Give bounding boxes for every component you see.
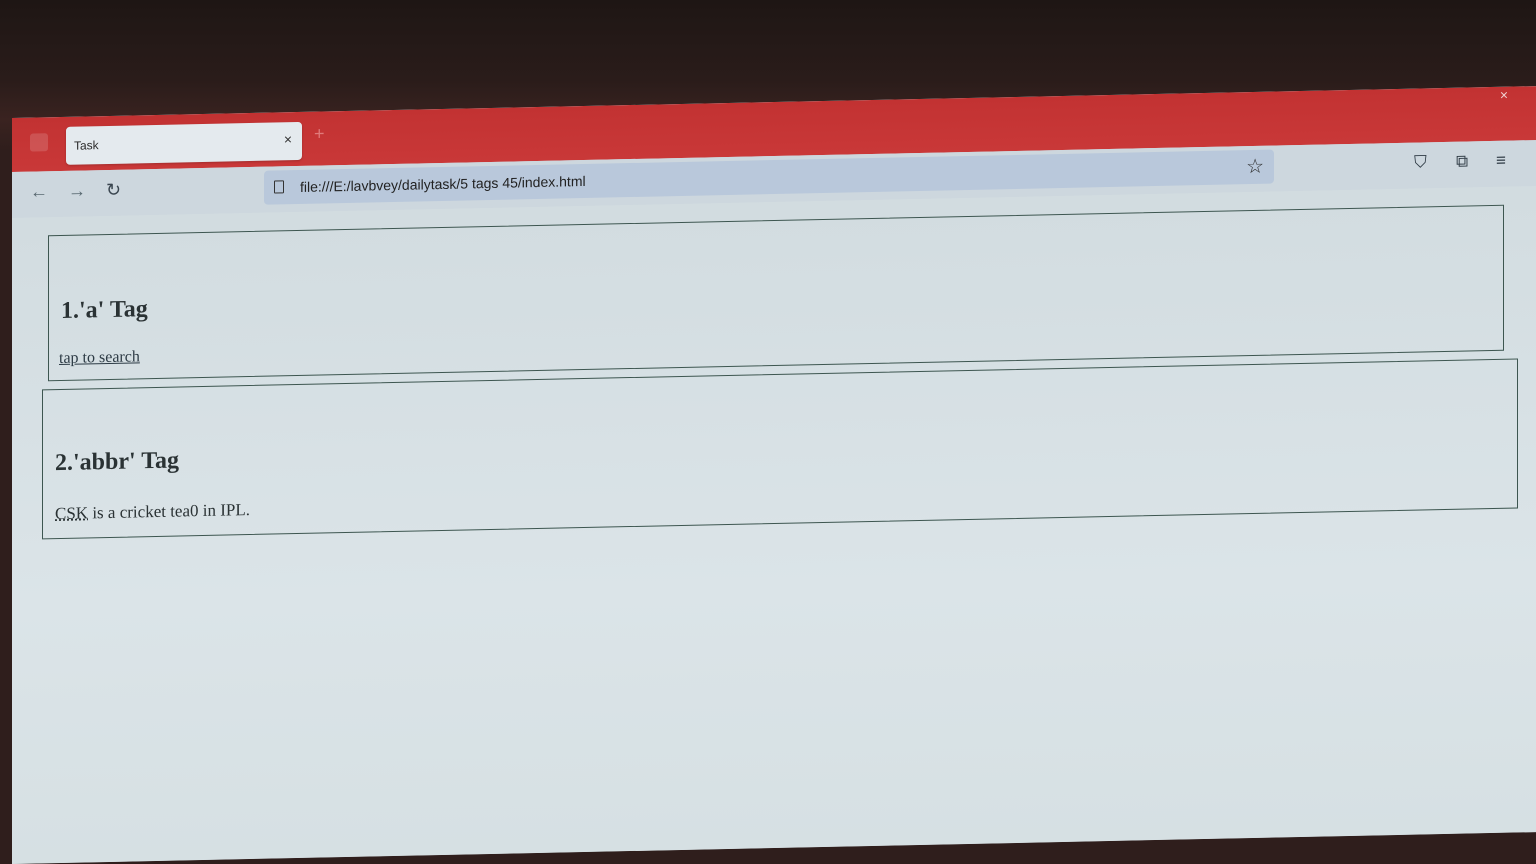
abbr-csk[interactable]: CSK — [55, 503, 88, 523]
reload-icon[interactable]: ↻ — [106, 180, 121, 201]
section-a-tag: 1.'a' Tag tap to search — [48, 204, 1504, 382]
back-arrow-icon[interactable]: ← — [30, 181, 48, 202]
pocket-icon[interactable]: ⛉ — [1414, 152, 1427, 172]
bookmark-star-icon[interactable]: ☆ — [1246, 154, 1264, 179]
tab-task[interactable]: Task × — [66, 121, 302, 165]
tab-close-icon[interactable]: × — [284, 130, 292, 148]
browser-window: Task × + × ← → ↻ file:///E:/lavbvey/dail… — [12, 86, 1536, 864]
new-tab-button[interactable]: + — [314, 123, 325, 144]
abbr-paragraph-text: is a cricket tea0 in IPL. — [88, 500, 250, 523]
tab-title: Task — [74, 138, 99, 153]
window-close-icon[interactable]: × — [1500, 87, 1508, 103]
address-bar-url[interactable]: file:///E:/lavbvey/dailytask/5 tags 45/i… — [300, 173, 586, 195]
abbr-paragraph: CSK is a cricket tea0 in IPL. — [55, 500, 250, 524]
section-heading: 2.'abbr' Tag — [55, 447, 180, 477]
page-icon — [274, 180, 284, 194]
page-content: 1.'a' Tag tap to search 2.'abbr' Tag CSK… — [12, 186, 1536, 864]
menu-icon[interactable]: ≡ — [1496, 151, 1506, 171]
extensions-icon[interactable]: ⧉ — [1456, 151, 1468, 171]
forward-arrow-icon[interactable]: → — [68, 180, 86, 201]
section-heading: 1.'a' Tag — [61, 296, 148, 324]
search-link[interactable]: tap to search — [59, 348, 140, 368]
section-abbr-tag: 2.'abbr' Tag CSK is a cricket tea0 in IP… — [42, 358, 1518, 540]
firefox-view-icon[interactable] — [30, 133, 48, 152]
